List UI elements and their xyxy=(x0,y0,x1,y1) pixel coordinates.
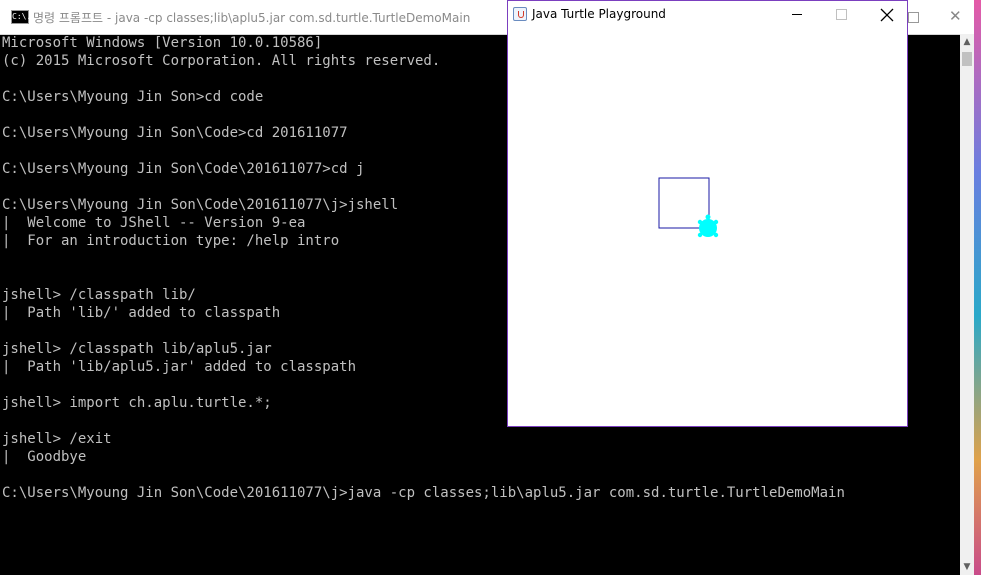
close-icon xyxy=(880,8,894,22)
turtle-drawing xyxy=(658,177,719,238)
turtle-icon xyxy=(697,214,719,238)
turtle-maximize-button[interactable] xyxy=(826,1,866,29)
turtle-canvas[interactable] xyxy=(508,29,907,426)
maximize-icon xyxy=(836,9,847,20)
turtle-playground-window[interactable]: Java Turtle Playground xyxy=(507,0,908,427)
console-line: C:\Users\Myoung Jin Son\Code\201611077\j… xyxy=(2,485,845,501)
scroll-down-arrow-icon[interactable]: ▼ xyxy=(960,559,974,575)
turtle-minimize-button[interactable] xyxy=(778,1,818,29)
java-cup-icon xyxy=(513,7,527,21)
cmd-vertical-scrollbar[interactable]: ▲ ▼ xyxy=(960,34,974,575)
maximize-icon xyxy=(908,12,919,23)
console-app-icon: C:\. xyxy=(11,10,31,24)
cmd-close-button[interactable]: ✕ xyxy=(932,0,978,34)
close-icon: ✕ xyxy=(949,7,962,25)
console-line: jshell> /exit xyxy=(2,431,112,447)
desktop-background-strip xyxy=(973,0,981,575)
turtle-window-title: Java Turtle Playground xyxy=(532,7,666,21)
scrollbar-thumb[interactable] xyxy=(962,52,972,66)
console-line: | Goodbye xyxy=(2,449,87,465)
turtle-titlebar[interactable]: Java Turtle Playground xyxy=(508,1,907,29)
turtle-close-button[interactable] xyxy=(868,1,908,29)
cmd-window-title: 명령 프롬프트 - java -cp classes;lib\aplu5.jar… xyxy=(33,11,471,25)
scroll-up-arrow-icon[interactable]: ▲ xyxy=(960,34,974,50)
